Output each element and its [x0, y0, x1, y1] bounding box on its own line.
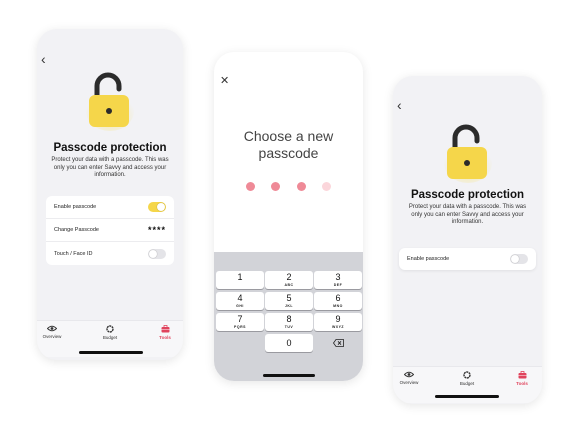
settings-list: Enable passcode	[399, 248, 536, 270]
key-number: 3	[335, 272, 341, 282]
backspace-icon	[332, 339, 344, 347]
page-title: Passcode protection	[53, 142, 167, 154]
touch-face-id-row[interactable]: Touch / Face ID	[46, 242, 174, 265]
row-label: Change Passcode	[54, 227, 99, 233]
tab-overview[interactable]: Overview	[394, 371, 424, 385]
tab-label: Tools	[516, 381, 528, 386]
tab-overview[interactable]: Overview	[37, 325, 67, 339]
key-6[interactable]: 6 MNO	[314, 292, 362, 310]
back-chevron-icon[interactable]: ‹	[397, 98, 402, 112]
phone-passcode-settings: ‹ Passcode protection Protect your data …	[37, 29, 183, 360]
passcode-mask: ****	[147, 225, 166, 235]
key-number: 6	[335, 293, 341, 303]
key-letters: DEF	[333, 283, 343, 287]
key-letters: PQRS	[234, 325, 246, 329]
key-number: 2	[286, 272, 292, 282]
key-9[interactable]: 9 WXYZ	[314, 313, 362, 331]
toolbox-icon	[518, 371, 526, 379]
tab-label: Overview	[42, 334, 62, 339]
choose-passcode-heading: Choose a new passcode	[243, 128, 334, 161]
row-label: Enable passcode	[407, 256, 450, 262]
key-letters: MNO	[333, 304, 343, 308]
key-letters: WXYZ	[331, 325, 345, 329]
tab-budget[interactable]: Budget	[95, 325, 125, 340]
settings-list: Enable passcode Change Passcode **** Tou…	[46, 196, 174, 265]
home-indicator	[435, 395, 499, 398]
enable-passcode-row[interactable]: Enable passcode	[399, 248, 536, 270]
phone-passcode-disabled: ‹ Passcode protection Protect your data …	[393, 76, 542, 404]
key-number: 4	[237, 293, 243, 303]
back-chevron-icon[interactable]: ‹	[41, 52, 46, 66]
change-passcode-row[interactable]: Change Passcode ****	[46, 219, 174, 242]
key-1[interactable]: 1	[216, 271, 264, 289]
page-description: Protect your data with a passcode. This …	[51, 157, 169, 178]
row-label: Touch / Face ID	[54, 250, 93, 257]
open-lock-icon	[86, 72, 134, 131]
row-label: Enable passcode	[54, 204, 97, 210]
key-2[interactable]: 2 ABC	[265, 271, 313, 289]
key-7[interactable]: 7 PQRS	[216, 313, 264, 331]
eye-icon	[47, 325, 57, 332]
tab-label: Overview	[399, 380, 419, 385]
key-letters: ABC	[284, 283, 294, 287]
tab-tools[interactable]: Tools	[507, 371, 537, 386]
backspace-button[interactable]	[314, 334, 362, 352]
key-3[interactable]: 3 DEF	[314, 271, 362, 289]
home-indicator	[263, 374, 315, 377]
passcode-dot-filled	[271, 182, 281, 191]
touch-face-id-toggle[interactable]	[148, 248, 166, 259]
passcode-dots	[214, 178, 363, 196]
key-0[interactable]: 0	[265, 334, 313, 352]
enable-passcode-row[interactable]: Enable passcode	[46, 196, 174, 219]
budget-ring-icon	[463, 371, 471, 379]
key-letters: TUV	[284, 325, 294, 329]
numeric-keypad: 1 2 ABC 3 DEF 4 GHI 5 JKL 6 MNO 7 PQRS 8 TUV 9W…	[214, 252, 363, 381]
phone-choose-passcode: ✕ Choose a new passcode 1 2 ABC 3 DEF 4 GHI…	[214, 52, 363, 381]
key-number: 1	[237, 272, 243, 282]
key-number: 7	[237, 314, 243, 324]
key-5[interactable]: 5 JKL	[265, 292, 313, 310]
home-indicator	[79, 351, 143, 354]
passcode-dot-filled	[245, 182, 255, 191]
eye-icon	[404, 371, 414, 378]
key-letters: GHI	[236, 304, 244, 308]
open-lock-icon	[444, 124, 492, 183]
key-number: 9	[335, 314, 341, 324]
key-4[interactable]: 4 GHI	[216, 292, 264, 310]
passcode-dot-filled	[296, 182, 306, 191]
key-number: 8	[286, 314, 292, 324]
tab-tools[interactable]: Tools	[150, 325, 180, 340]
tab-budget[interactable]: Budget	[452, 371, 482, 386]
enable-passcode-toggle[interactable]	[148, 202, 166, 212]
enable-passcode-toggle[interactable]	[510, 254, 528, 264]
toolbox-icon	[161, 325, 169, 333]
passcode-dot-empty	[322, 182, 332, 191]
budget-ring-icon	[106, 325, 114, 333]
tab-label: Tools	[159, 335, 171, 340]
page-title: Passcode protection	[410, 189, 525, 201]
key-number: 5	[286, 293, 292, 303]
key-number: 0	[286, 338, 292, 348]
close-icon[interactable]: ✕	[220, 74, 229, 87]
page-description: Protect your data with a passcode. This …	[408, 204, 527, 225]
key-letters: JKL	[284, 304, 294, 308]
key-8[interactable]: 8 TUV	[265, 313, 313, 331]
tab-label: Budget	[102, 335, 118, 340]
tab-label: Budget	[459, 381, 475, 386]
